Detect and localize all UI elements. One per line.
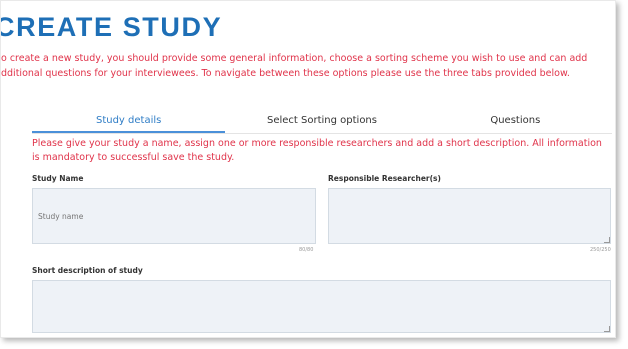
create-study-panel: CREATE STUDY o create a new study, you s… <box>0 0 616 338</box>
description-resize-handle[interactable] <box>604 326 610 332</box>
intro-line-1: o create a new study, you should provide… <box>1 53 588 64</box>
intro-text: o create a new study, you should provide… <box>1 52 611 81</box>
researchers-resize-handle[interactable] <box>604 237 610 243</box>
study-name-label: Study Name <box>32 174 84 183</box>
notice-text: Please give your study a name, assign on… <box>32 138 602 163</box>
tab-bar: Study details Select Sorting options Que… <box>32 111 612 133</box>
study-name-counter: 80/80 <box>299 247 314 253</box>
tab-questions[interactable]: Questions <box>419 111 612 133</box>
description-input[interactable] <box>32 280 611 333</box>
intro-line-2: dditional questions for your interviewee… <box>1 67 570 79</box>
study-name-input[interactable] <box>32 188 316 244</box>
tab-study-details[interactable]: Study details <box>32 111 226 133</box>
tab-divider <box>32 133 612 134</box>
tab-select-sorting-options[interactable]: Select Sorting options <box>225 111 418 133</box>
researchers-label: Responsible Researcher(s) <box>328 174 441 183</box>
researchers-counter: 250/250 <box>590 247 611 253</box>
researchers-input[interactable] <box>328 188 611 244</box>
page-title: CREATE STUDY <box>0 12 223 42</box>
description-label: Short description of study <box>32 266 143 275</box>
